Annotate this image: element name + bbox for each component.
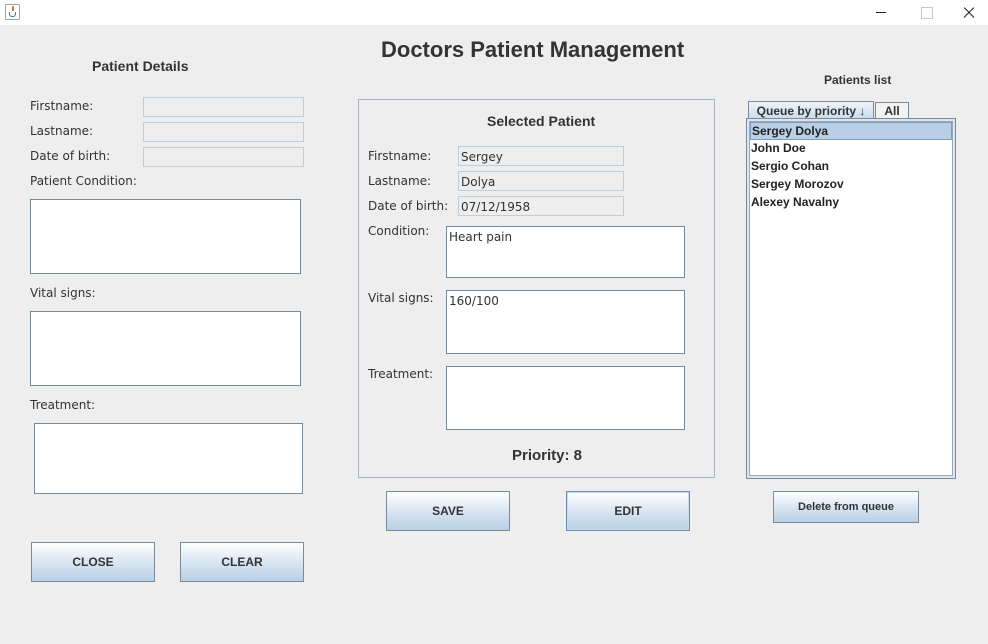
patients-list: Sergey Dolya John Doe Sergio Cohan Serge… xyxy=(749,121,953,476)
firstname-field[interactable] xyxy=(143,97,304,117)
list-item[interactable]: John Doe xyxy=(750,140,952,158)
selected-patient-title: Selected Patient xyxy=(487,113,596,129)
clear-button[interactable]: CLEAR xyxy=(180,542,304,582)
sp-firstname-label: Firstname: xyxy=(368,149,432,163)
condition-textarea[interactable] xyxy=(30,199,301,274)
sp-treatment-value[interactable] xyxy=(446,366,685,430)
condition-label: Patient Condition: xyxy=(30,174,137,188)
sp-lastname-value: Dolya xyxy=(458,171,624,191)
list-item[interactable]: Alexey Navalny xyxy=(750,194,952,212)
treatment-label: Treatment: xyxy=(30,398,96,412)
sp-dob-label: Date of birth: xyxy=(368,199,449,213)
treatment-textarea[interactable] xyxy=(34,423,303,494)
delete-from-queue-button[interactable]: Delete from queue xyxy=(773,491,919,523)
sp-vital-signs-label: Vital signs: xyxy=(368,291,434,305)
dob-label: Date of birth: xyxy=(30,149,111,163)
lastname-field[interactable] xyxy=(143,122,304,142)
sp-condition-label: Condition: xyxy=(368,224,430,238)
sp-lastname-label: Lastname: xyxy=(368,174,432,188)
lastname-label: Lastname: xyxy=(30,124,94,138)
java-app-icon xyxy=(5,4,20,20)
close-button[interactable]: CLOSE xyxy=(31,542,155,582)
list-item[interactable]: Sergey Dolya xyxy=(750,122,952,140)
app-title: Doctors Patient Management xyxy=(381,37,685,62)
close-window-button[interactable] xyxy=(948,0,988,25)
vital-signs-label: Vital signs: xyxy=(30,286,96,300)
sp-dob-value: 07/12/1958 xyxy=(458,196,624,216)
edit-button[interactable]: EDIT xyxy=(566,491,690,531)
list-item[interactable]: Sergey Morozov xyxy=(750,176,952,194)
sp-condition-value[interactable]: Heart pain xyxy=(446,226,685,278)
patients-list-title: Patients list xyxy=(824,73,892,87)
list-item[interactable]: Sergio Cohan xyxy=(750,158,952,176)
window-titlebar xyxy=(0,0,988,25)
patients-listbox[interactable]: Sergey Dolya John Doe Sergio Cohan Serge… xyxy=(746,118,956,479)
dob-field[interactable] xyxy=(143,147,304,167)
save-button[interactable]: SAVE xyxy=(386,491,510,531)
sp-firstname-value: Sergey xyxy=(458,146,624,166)
minimize-button[interactable] xyxy=(858,0,904,25)
maximize-button[interactable] xyxy=(903,0,949,25)
sp-vital-signs-value[interactable]: 160/100 xyxy=(446,290,685,354)
tab-queue-by-priority[interactable]: Queue by priority ↓ xyxy=(748,101,874,119)
priority-text: Priority: 8 xyxy=(512,447,583,464)
sp-treatment-label: Treatment: xyxy=(368,367,434,381)
vital-signs-textarea[interactable] xyxy=(30,311,301,386)
firstname-label: Firstname: xyxy=(30,99,94,113)
patient-details-title: Patient Details xyxy=(92,58,189,74)
tab-all[interactable]: All xyxy=(875,102,909,119)
